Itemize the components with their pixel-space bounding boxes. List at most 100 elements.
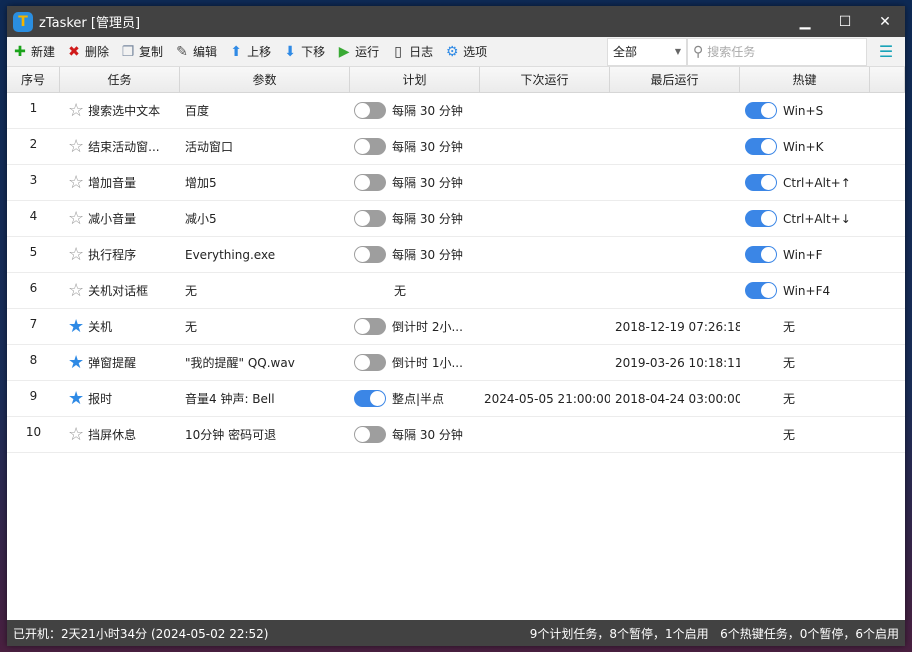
plan-text: 每隔 30 分钟	[392, 140, 463, 154]
plan-toggle[interactable]	[354, 318, 386, 335]
hotkey-text: 无	[783, 428, 796, 442]
filter-dropdown[interactable]: 全部 ▼	[607, 37, 687, 66]
plan-text: 每隔 30 分钟	[392, 176, 463, 190]
task-name: 结束活动窗...	[88, 140, 160, 154]
column-header[interactable]: 最后运行	[610, 67, 740, 92]
toolbar-button-1[interactable]: ✖ 删除	[67, 43, 109, 60]
next-run: 2024-05-05 21:00:00	[484, 391, 610, 406]
window-title: zTasker [管理员]	[39, 16, 141, 31]
last-run: 2018-12-19 07:26:18	[615, 319, 740, 334]
toolbar-button-6[interactable]: ▶ 运行	[337, 43, 379, 60]
task-param: 无	[185, 320, 198, 334]
hotkey-text: Ctrl+Alt+↑	[783, 175, 851, 190]
toolbar-button-3[interactable]: ✎ 编辑	[175, 43, 217, 60]
plan-toggle[interactable]	[354, 246, 386, 263]
table-row[interactable]: 9 ★ 报时 音量4 钟声: Bell 整点|半点 2024-05-05 21:0…	[7, 381, 905, 417]
column-header[interactable]: 下次运行	[480, 67, 610, 92]
toolbar-label: 删除	[85, 45, 110, 59]
column-header[interactable]: 热键	[740, 67, 870, 92]
plan-text: 无	[394, 284, 407, 298]
star-icon[interactable]: ★	[68, 316, 84, 337]
row-number: 1	[29, 100, 38, 115]
table-row[interactable]: 2 ☆ 结束活动窗... 活动窗口 每隔 30 分钟 Win+K	[7, 129, 905, 165]
minimize-button[interactable]: ▁	[785, 14, 825, 30]
table-row[interactable]: 8 ★ 弹窗提醒 "我的提醒" QQ.wav 倒计时 1小... 2019-03-…	[7, 345, 905, 381]
hotkey-text: Ctrl+Alt+↓	[783, 211, 851, 226]
toolbar-button-4[interactable]: ⬆ 上移	[229, 43, 271, 60]
hotkey-toggle[interactable]	[745, 246, 777, 263]
row-number: 6	[29, 280, 38, 295]
toolbar-button-0[interactable]: ✚ 新建	[13, 43, 55, 60]
hotkey-toggle[interactable]	[745, 282, 777, 299]
toolbar-button-5[interactable]: ⬇ 下移	[283, 43, 325, 60]
filter-value: 全部	[613, 45, 638, 59]
star-icon[interactable]: ☆	[68, 136, 84, 157]
star-icon[interactable]: ☆	[68, 208, 84, 229]
hotkey-toggle[interactable]	[745, 102, 777, 119]
column-header[interactable]	[870, 67, 905, 92]
star-icon[interactable]: ☆	[68, 244, 84, 265]
column-header[interactable]: 任务	[60, 67, 180, 92]
table-row[interactable]: 3 ☆ 增加音量 增加5 每隔 30 分钟 Ctrl+Alt+↑	[7, 165, 905, 201]
column-header[interactable]: 参数	[180, 67, 350, 92]
star-icon[interactable]: ★	[68, 388, 84, 409]
hotkey-toggle[interactable]	[745, 174, 777, 191]
row-number: 3	[29, 172, 38, 187]
table-row[interactable]: 6 ☆ 关机对话框 无 无 Win+F4	[7, 273, 905, 309]
log-icon: ▯	[394, 43, 402, 60]
task-summary: 9个计划任务，8个暂停，1个启用 6个热键任务，0个暂停，6个启用	[529, 626, 899, 641]
task-param: 10分钟 密码可退	[185, 428, 277, 442]
star-icon[interactable]: ☆	[68, 424, 84, 445]
task-param: 百度	[185, 104, 210, 118]
task-name: 弹窗提醒	[88, 356, 137, 370]
plan-toggle[interactable]	[354, 102, 386, 119]
plan-toggle[interactable]	[354, 138, 386, 155]
table-row[interactable]: 1 ☆ 搜索选中文本 百度 每隔 30 分钟 Win+S	[7, 93, 905, 129]
table-row[interactable]: 7 ★ 关机 无 倒计时 2小... 2018-12-19 07:26:18 无	[7, 309, 905, 345]
star-icon[interactable]: ☆	[68, 100, 84, 121]
task-param: 减小5	[185, 212, 217, 226]
toolbar-button-2[interactable]: ❐ 复制	[121, 43, 163, 60]
toolbar-button-8[interactable]: ⚙ 选项	[445, 43, 487, 60]
task-param: 音量4 钟声: Bell	[185, 392, 275, 406]
title-bar: T zTasker [管理员] ▁ ☐ ✕	[7, 6, 905, 37]
search-placeholder: 搜索任务	[707, 45, 756, 59]
table-row[interactable]: 5 ☆ 执行程序 Everything.exe 每隔 30 分钟 Win+F	[7, 237, 905, 273]
plan-text: 整点|半点	[392, 392, 445, 406]
row-number: 7	[29, 316, 38, 331]
task-name: 增加音量	[88, 176, 137, 190]
chevron-down-icon: ▼	[674, 47, 681, 56]
task-param: Everything.exe	[185, 247, 276, 262]
hotkey-text: 无	[783, 392, 796, 406]
search-input[interactable]: ⚲ 搜索任务	[687, 37, 867, 66]
hotkey-toggle[interactable]	[745, 210, 777, 227]
plan-toggle[interactable]	[354, 174, 386, 191]
hotkey-text: Win+S	[783, 103, 824, 118]
star-icon[interactable]: ★	[68, 352, 84, 373]
table-row[interactable]: 4 ☆ 减小音量 减小5 每隔 30 分钟 Ctrl+Alt+↓	[7, 201, 905, 237]
close-button[interactable]: ✕	[865, 14, 905, 30]
hotkey-toggle[interactable]	[745, 138, 777, 155]
task-name: 挡屏休息	[88, 428, 137, 442]
plan-text: 每隔 30 分钟	[392, 212, 463, 226]
column-header[interactable]: 序号	[7, 67, 60, 92]
plan-toggle[interactable]	[354, 426, 386, 443]
row-number: 2	[29, 136, 38, 151]
list-view-icon[interactable]: ☰	[867, 42, 905, 61]
last-run: 2019-03-26 10:18:11	[615, 355, 740, 370]
toolbar-label: 选项	[463, 45, 488, 59]
plan-toggle[interactable]	[354, 390, 386, 407]
task-table: 1 ☆ 搜索选中文本 百度 每隔 30 分钟 Win+S 2 ☆ 结束活动窗... 活…	[7, 93, 905, 453]
plan-toggle[interactable]	[354, 354, 386, 371]
toolbar-label: 运行	[355, 45, 380, 59]
task-param: "我的提醒" QQ.wav	[185, 356, 295, 370]
toolbar-button-7[interactable]: ▯ 日志	[391, 43, 433, 60]
plan-toggle[interactable]	[354, 210, 386, 227]
task-name: 执行程序	[88, 248, 137, 262]
star-icon[interactable]: ☆	[68, 280, 84, 301]
task-name: 关机	[88, 320, 113, 334]
column-header[interactable]: 计划	[350, 67, 480, 92]
maximize-button[interactable]: ☐	[825, 14, 865, 30]
table-row[interactable]: 10 ☆ 挡屏休息 10分钟 密码可退 每隔 30 分钟 无	[7, 417, 905, 453]
star-icon[interactable]: ☆	[68, 172, 84, 193]
